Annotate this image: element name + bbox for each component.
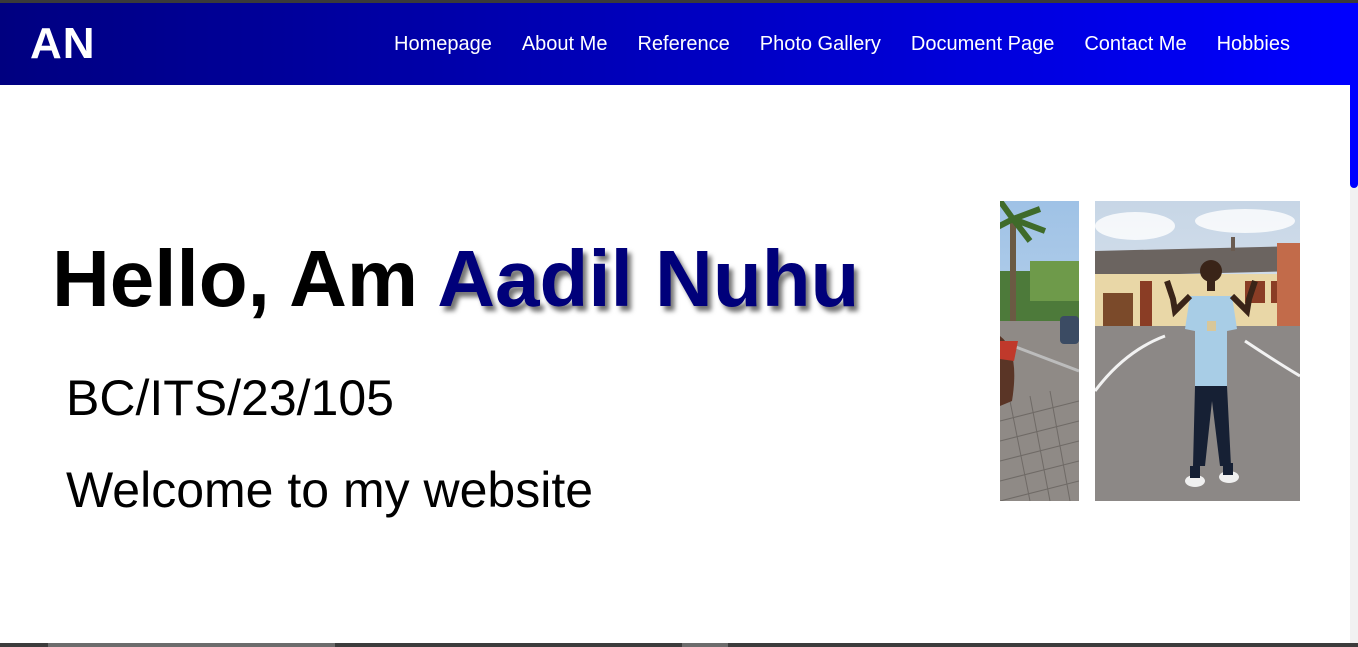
window-bottom-border: [0, 643, 1358, 647]
welcome-text: Welcome to my website: [66, 462, 594, 518]
hero-heading: Hello, Am Aadil Nuhu: [52, 233, 859, 325]
taskbar-segment: [48, 643, 335, 647]
nav-link-hobbies[interactable]: Hobbies: [1217, 31, 1290, 57]
page-scrollbar-thumb[interactable]: [1350, 85, 1358, 188]
nav-link-photo-gallery[interactable]: Photo Gallery: [760, 31, 881, 57]
taskbar-segment: [682, 643, 728, 647]
hero-greeting: Hello, Am: [52, 234, 438, 323]
slideshow-photo-previous: [1000, 201, 1079, 501]
student-id: BC/ITS/23/105: [66, 370, 394, 426]
nav-link-contact-me[interactable]: Contact Me: [1084, 31, 1186, 57]
nav-link-about-me[interactable]: About Me: [522, 31, 608, 57]
nav-link-homepage[interactable]: Homepage: [394, 31, 492, 57]
nav-link-reference[interactable]: Reference: [637, 31, 729, 57]
nav-link-document-page[interactable]: Document Page: [911, 31, 1054, 57]
hero-name: Aadil Nuhu: [437, 234, 860, 323]
site-header: AN Homepage About Me Reference Photo Gal…: [0, 3, 1358, 85]
main-nav: Homepage About Me Reference Photo Galler…: [394, 31, 1320, 57]
site-logo[interactable]: AN: [30, 20, 96, 68]
slideshow-photo-current: [1095, 201, 1300, 501]
